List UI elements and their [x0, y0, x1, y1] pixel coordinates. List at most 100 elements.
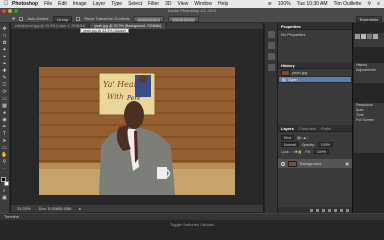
move-tool-icon[interactable]: ✥	[12, 16, 15, 21]
mask-icon[interactable]	[322, 208, 325, 212]
more-tools-icon[interactable]: ⋯	[1, 166, 8, 172]
new-group-icon[interactable]	[334, 208, 337, 212]
zoom-level[interactable]: 33.33%	[17, 206, 31, 211]
menu-image[interactable]: Image	[73, 1, 87, 7]
battery-level[interactable]: 100%	[278, 1, 291, 7]
history-thumbnail	[281, 69, 290, 76]
history-title[interactable]: History	[281, 62, 295, 68]
path-select-tool-icon[interactable]: ➤	[1, 138, 8, 144]
color-swatches[interactable]	[0, 177, 9, 187]
link-layers-icon[interactable]	[310, 208, 313, 212]
menu-filter[interactable]: Filter	[148, 1, 159, 7]
visibility-eye-icon[interactable]	[281, 161, 285, 166]
dodge-tool-icon[interactable]: ◉	[1, 117, 8, 123]
blend-mode-select[interactable]: Normal	[281, 142, 299, 147]
zoom-tool-icon[interactable]: ⚲	[1, 159, 8, 165]
history-step[interactable]: ▤ Open	[278, 76, 352, 83]
adjustment-icon[interactable]	[328, 208, 331, 212]
menubar-status-area: ≋ 100% Tue 10:30 AM Tim Ouillette ⚲ ≡	[268, 1, 384, 7]
second-window-history: History Adjustments	[354, 63, 384, 83]
timeline-title[interactable]: Timeline	[0, 214, 384, 220]
foreground-color-swatch[interactable]	[0, 177, 6, 182]
workspace-switcher[interactable]: Essentials	[355, 16, 382, 22]
lock-icons[interactable]: □✚🔒	[293, 150, 303, 154]
tab-ellie[interactable]: ellie@pexel.jpg @ 33.3% (Layer 1, RGB/8#…	[11, 23, 91, 29]
character-panel-icon[interactable]	[267, 64, 275, 71]
move-tool-icon[interactable]: ✥	[1, 26, 8, 32]
menu-window[interactable]: Window	[194, 1, 212, 7]
distribute-buttons[interactable]: ▤▤▤▤▤▤	[168, 15, 199, 22]
fx-icon[interactable]	[316, 208, 319, 212]
shape-tool-icon[interactable]: ▭	[1, 145, 8, 151]
history-item-label: yeah.jpg	[292, 70, 308, 75]
document-tabs: ellie@pexel.jpg @ 33.3% (Layer 1, RGB/8#…	[11, 23, 263, 29]
brush-panel-icon[interactable]	[267, 53, 275, 60]
fill-input[interactable]: 100%	[313, 149, 330, 154]
menu-help[interactable]: Help	[218, 1, 228, 7]
healing-tool-icon[interactable]: ✚	[1, 68, 8, 74]
menu-app-name[interactable]: Photoshop	[12, 1, 38, 7]
apple-icon[interactable]: 	[0, 1, 12, 7]
search-icon[interactable]: ⚲	[367, 1, 371, 7]
properties-header[interactable]: Properties	[278, 23, 352, 30]
menu-file[interactable]: File	[44, 1, 52, 7]
properties-panel-icon[interactable]	[267, 42, 275, 49]
filter-icons[interactable]: ▤○▲□	[297, 136, 308, 140]
lasso-tool-icon[interactable]: ✿	[1, 40, 8, 46]
tools-panel: ✥ □ ✿ ✦ ⌖ ❧ ✚ ✎ ⎋ ⟳ ▭ ▩ ● ◉ ✒ T ➤ ▭ ✋ ⚲ …	[0, 23, 10, 213]
screen-mode-icon[interactable]: ▣	[1, 195, 8, 201]
layer-kind-filter[interactable]: Kind	[281, 135, 295, 140]
marquee-tool-icon[interactable]: □	[1, 33, 8, 39]
history-panel-icon[interactable]	[267, 31, 275, 38]
status-arrow-icon[interactable]: ▸	[79, 206, 81, 211]
new-layer-icon[interactable]	[340, 208, 343, 212]
eraser-tool-icon[interactable]: ▭	[1, 96, 8, 102]
properties-title[interactable]: Properties	[281, 23, 301, 29]
tab-paths[interactable]: Paths	[321, 125, 331, 131]
eyedropper-tool-icon[interactable]: ❧	[1, 61, 8, 67]
quick-select-tool-icon[interactable]: ✦	[1, 47, 8, 53]
hand-tool-icon[interactable]: ✋	[1, 152, 8, 158]
swatch-a[interactable]	[355, 34, 360, 39]
menu-select[interactable]: Select	[128, 1, 142, 7]
timeline-center-text[interactable]: Toggle Switches / Modes	[0, 222, 384, 227]
trash-icon[interactable]	[346, 208, 349, 212]
blur-tool-icon[interactable]: ●	[1, 110, 8, 116]
user-name[interactable]: Tim Ouillette	[334, 1, 362, 7]
lock-label: Lock:	[281, 149, 290, 154]
menu-edit[interactable]: Edit	[58, 1, 67, 7]
clock[interactable]: Tue 10:30 AM	[297, 1, 328, 7]
auto-select-dropdown[interactable]: Group	[53, 15, 73, 22]
menu-layer[interactable]: Layer	[93, 1, 106, 7]
swatch-b[interactable]	[361, 34, 366, 39]
crop-tool-icon[interactable]: ⌖	[1, 54, 8, 60]
type-tool-icon[interactable]: T	[1, 131, 8, 137]
swatch-d[interactable]	[373, 34, 378, 39]
menu-type[interactable]: Type	[111, 1, 122, 7]
align-buttons[interactable]: ▤▤▤▤▤▤	[133, 15, 165, 22]
brush-tool-icon[interactable]: ✎	[1, 75, 8, 81]
auto-select-checkbox[interactable]	[19, 16, 24, 21]
quick-mask-icon[interactable]: ◐	[1, 188, 8, 194]
swatch-c[interactable]	[367, 34, 372, 39]
history-snapshot[interactable]: yeah.jpg	[278, 69, 352, 76]
clone-stamp-tool-icon[interactable]: ⎋	[1, 82, 8, 88]
tab-layers[interactable]: Layers	[281, 125, 294, 131]
menu-3d[interactable]: 3D	[165, 1, 171, 7]
tab-channels[interactable]: Channels	[299, 125, 316, 131]
history-header[interactable]: History	[278, 62, 352, 69]
gradient-tool-icon[interactable]: ▩	[1, 103, 8, 109]
menu-view[interactable]: View	[178, 1, 189, 7]
pen-tool-icon[interactable]: ✒	[1, 124, 8, 130]
layer-row[interactable]: Background ▣	[278, 159, 352, 168]
wifi-icon[interactable]: ≋	[268, 1, 272, 7]
menu-list-icon[interactable]: ≡	[377, 1, 380, 7]
document-canvas[interactable]: Ya' Heard? With Pere	[39, 67, 235, 195]
history-brush-tool-icon[interactable]: ⟳	[1, 89, 8, 95]
doc-size[interactable]: Doc: 5.93M/5.93M	[39, 206, 72, 211]
layer-name[interactable]: Background	[300, 161, 321, 166]
show-transform-checkbox[interactable]	[76, 16, 81, 21]
history-panel: History yeah.jpg ▤ Open	[278, 62, 352, 83]
second-window: History Adjustments Resolution Auto Tone…	[352, 23, 384, 213]
opacity-input[interactable]: 100%	[317, 142, 333, 147]
